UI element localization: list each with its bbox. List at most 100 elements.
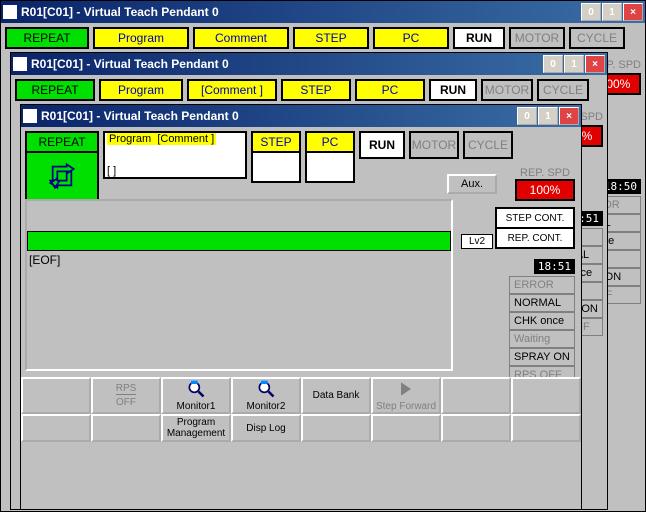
cycle-icon — [48, 162, 76, 190]
magnifier-icon — [186, 379, 206, 399]
program-box: Program — [99, 79, 183, 101]
play-icon — [396, 379, 416, 399]
cycle-box: CYCLE — [537, 79, 589, 101]
app-icon — [3, 5, 17, 19]
status-chk[interactable]: CHK once — [509, 312, 575, 330]
cont-row: Lv2 STEP CONT. REP. CONT. — [461, 207, 575, 249]
titlebar-front[interactable]: R01[C01] - Virtual Teach Pendant 0 0 1 × — [21, 105, 581, 127]
program-panel[interactable]: Program [Comment ] [ ] — [103, 131, 247, 179]
clock: 18:51 — [534, 259, 575, 274]
editor-area[interactable]: [EOF] — [25, 199, 453, 371]
repeat-label: REPEAT — [25, 131, 99, 153]
repspd-label: REP. SPD — [520, 167, 570, 179]
slot-b6[interactable] — [371, 414, 441, 442]
progmgmt-button[interactable]: Program Management — [161, 414, 231, 442]
rps-button[interactable]: RPS OFF — [91, 377, 161, 414]
close-button[interactable]: × — [559, 107, 579, 125]
header-back: REPEAT Program Comment STEP PC RUN MOTOR… — [1, 23, 645, 53]
title-buttons: 0 1 × — [581, 3, 643, 21]
step-label: STEP — [251, 131, 301, 153]
rep-cont: REP. CONT. — [495, 229, 575, 249]
close-button[interactable]: × — [585, 55, 605, 73]
step-stack: STEP — [251, 131, 301, 183]
slot-b8[interactable] — [511, 414, 581, 442]
titlebar-mid: R01[C01] - Virtual Teach Pendant 0 0 1 × — [11, 53, 607, 75]
status-spray[interactable]: SPRAY ON — [509, 348, 575, 366]
monitor1-label: Monitor1 — [177, 401, 216, 412]
slot-b1[interactable] — [21, 414, 91, 442]
slot-7[interactable] — [441, 377, 511, 414]
repeat-stack: REPEAT — [25, 131, 99, 201]
maximize-button[interactable]: 1 — [538, 107, 558, 125]
app-icon — [13, 57, 27, 71]
step-cont: STEP CONT. — [495, 207, 575, 229]
bottom-toolbar: RPS OFF Monitor1 Monitor2 Data Bank Step… — [21, 377, 581, 507]
title-text: R01[C01] - Virtual Teach Pendant 0 — [31, 57, 229, 71]
minimize-button[interactable]: 0 — [581, 3, 601, 21]
pc-box: PC — [373, 27, 449, 49]
slot-b7[interactable] — [441, 414, 511, 442]
databank-button[interactable]: Data Bank — [301, 377, 371, 414]
title-text: R01[C01] - Virtual Teach Pendant 0 — [21, 5, 219, 19]
displog-button[interactable]: Disp Log — [231, 414, 301, 442]
maximize-button[interactable]: 1 — [602, 3, 622, 21]
title-buttons: 0 1 × — [517, 107, 579, 125]
step-value — [251, 153, 301, 183]
motor-box: MOTOR — [481, 79, 533, 101]
status-wait[interactable]: Waiting — [509, 330, 575, 348]
stepforward-button[interactable]: Step Forward — [371, 377, 441, 414]
cont-stack: STEP CONT. REP. CONT. — [495, 207, 575, 249]
repeat-box: REPEAT — [15, 79, 95, 101]
status-normal[interactable]: NORMAL — [509, 294, 575, 312]
close-button[interactable]: × — [623, 3, 643, 21]
editor-eof: [EOF] — [27, 251, 451, 269]
program-box: Program — [93, 27, 189, 49]
run-button[interactable]: RUN — [359, 131, 405, 159]
slot-8[interactable] — [511, 377, 581, 414]
step-box: STEP — [293, 27, 369, 49]
titlebar-back: R01[C01] - Virtual Teach Pendant 0 0 1 × — [1, 1, 645, 23]
level-indicator: Lv2 — [461, 234, 493, 249]
status-error[interactable]: ERROR — [509, 276, 575, 294]
rps-off: OFF — [116, 397, 136, 408]
progmgmt-label: Program Management — [163, 417, 229, 439]
title-text: R01[C01] - Virtual Teach Pendant 0 — [41, 109, 239, 123]
minimize-button[interactable]: 0 — [517, 107, 537, 125]
repeat-box: REPEAT — [5, 27, 89, 49]
monitor2-button[interactable]: Monitor2 — [231, 377, 301, 414]
body-front: REPEAT Program [Comment ] [ ] STEP PC RU… — [21, 127, 581, 507]
motor-button[interactable]: MOTOR — [409, 131, 459, 159]
slot-b5[interactable] — [301, 414, 371, 442]
rps-label: RPS — [116, 383, 137, 395]
databank-label: Data Bank — [313, 390, 360, 401]
spd-label: P. SPD — [606, 59, 641, 71]
step-box: STEP — [281, 79, 351, 101]
run-box: RUN — [453, 27, 505, 49]
displog-label: Disp Log — [246, 423, 285, 434]
minimize-button[interactable]: 0 — [543, 55, 563, 73]
aux-button[interactable]: Aux. — [447, 174, 497, 194]
run-box: RUN — [429, 79, 477, 101]
slot-1[interactable] — [21, 377, 91, 414]
magnifier-icon — [256, 379, 276, 399]
status-front: ERROR NORMAL CHK once Waiting SPRAY ON R… — [509, 276, 575, 384]
motor-box: MOTOR — [509, 27, 565, 49]
program-value: [ ] — [107, 165, 116, 177]
monitor1-button[interactable]: Monitor1 — [161, 377, 231, 414]
pc-box: PC — [355, 79, 425, 101]
cycle-button[interactable]: CYCLE — [463, 131, 513, 159]
monitor2-label: Monitor2 — [247, 401, 286, 412]
maximize-button[interactable]: 1 — [564, 55, 584, 73]
slot-b2[interactable] — [91, 414, 161, 442]
pc-value — [305, 153, 355, 183]
window-front[interactable]: R01[C01] - Virtual Teach Pendant 0 0 1 ×… — [20, 104, 582, 510]
repeat-icon-box[interactable] — [25, 153, 99, 201]
program-label: Program [Comment ] — [107, 133, 216, 145]
right-col-front: Aux. REP. SPD 100% Lv2 STEP CONT. REP. C… — [447, 167, 575, 384]
stepforward-label: Step Forward — [376, 401, 436, 412]
editor-highlight — [27, 231, 451, 251]
cycle-box: CYCLE — [569, 27, 625, 49]
repspd-value: 100% — [515, 179, 575, 201]
comment-box: [Comment ] — [187, 79, 277, 101]
app-icon — [23, 109, 37, 123]
